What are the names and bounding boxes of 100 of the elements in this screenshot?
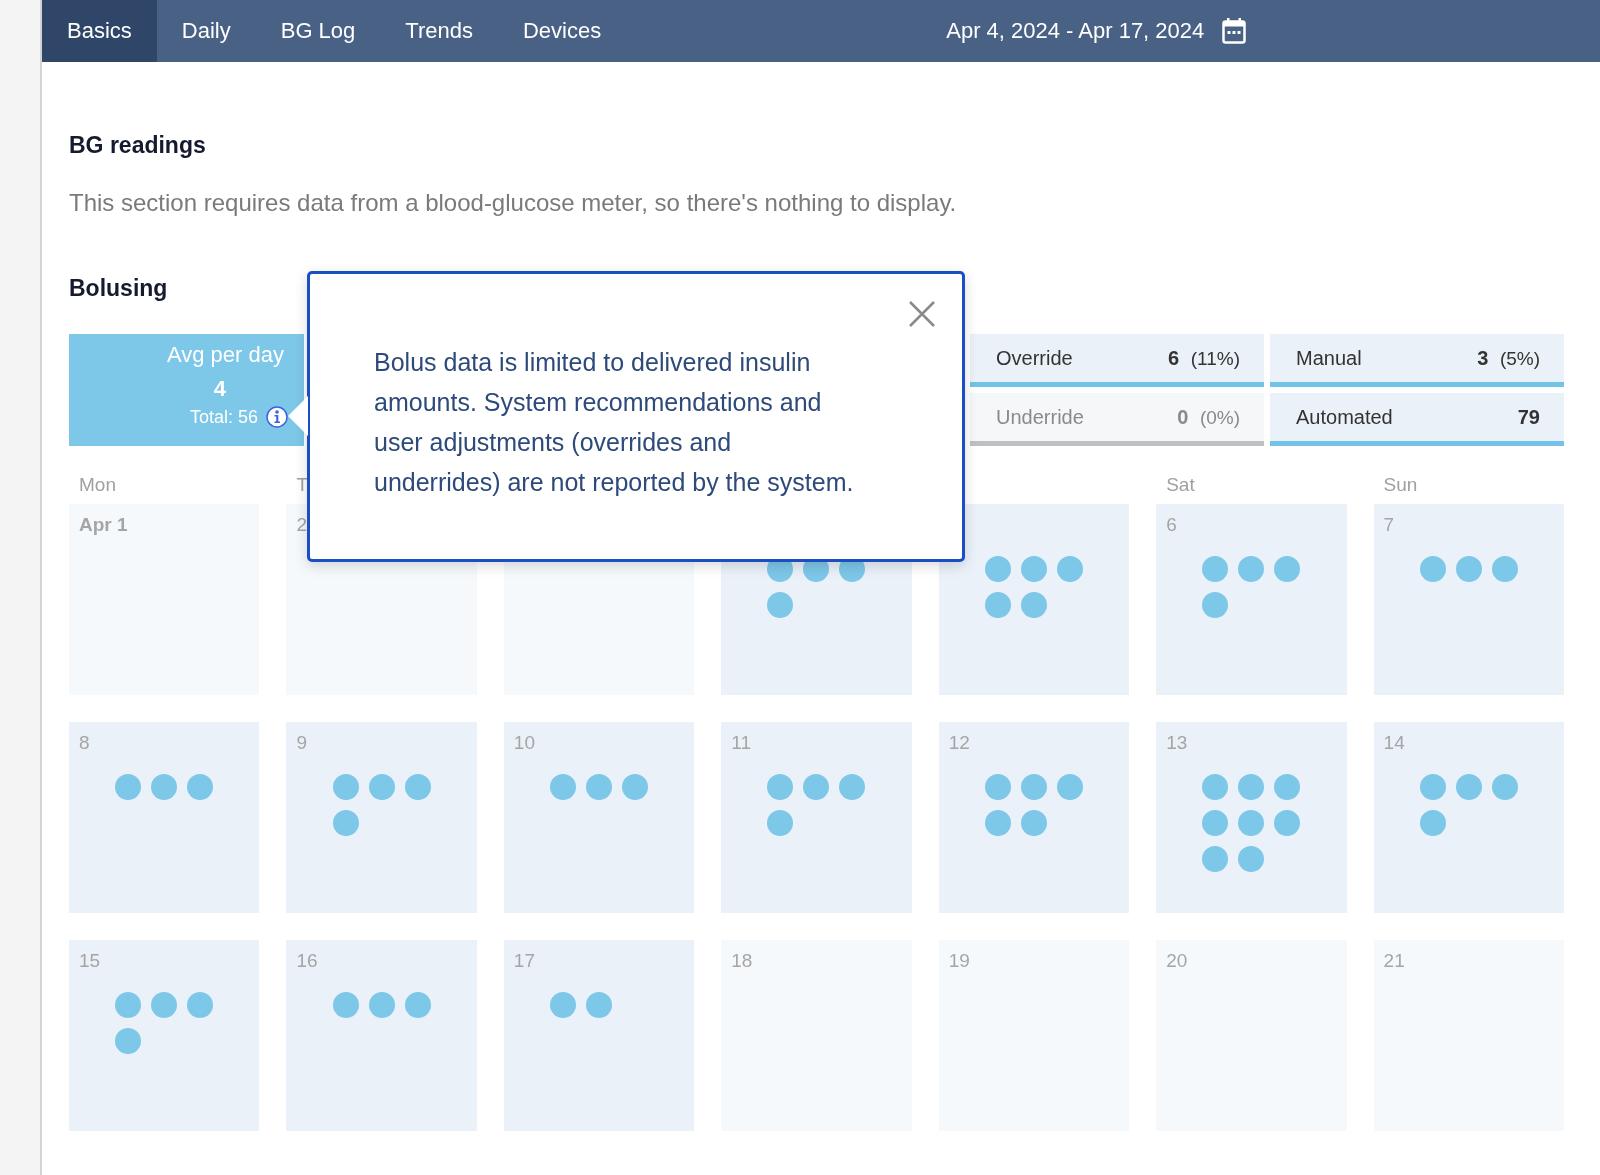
day-label: 17 bbox=[513, 950, 535, 971]
bolus-dot bbox=[984, 774, 1011, 800]
bolus-dot bbox=[368, 992, 395, 1018]
bolus-dot bbox=[187, 992, 214, 1018]
day-label: 14 bbox=[1383, 732, 1405, 753]
bolus-dot bbox=[586, 992, 613, 1018]
bolus-dot bbox=[1455, 774, 1482, 800]
bolus-dot bbox=[1202, 592, 1229, 618]
bolus-dot bbox=[767, 810, 794, 836]
day-label: 19 bbox=[948, 950, 970, 971]
bolus-dot bbox=[151, 774, 178, 800]
bolus-dot bbox=[1056, 774, 1083, 800]
calendar-icon[interactable] bbox=[1222, 18, 1247, 44]
bolus-dot bbox=[1202, 810, 1229, 836]
weekday-label: Sat bbox=[1166, 474, 1195, 496]
bolus-dot bbox=[1020, 556, 1047, 582]
bolus-dot bbox=[1056, 556, 1083, 582]
bolus-dot bbox=[1202, 556, 1229, 582]
day-label: 7 bbox=[1383, 514, 1395, 535]
section-title: BG readings bbox=[69, 132, 207, 159]
weekday-label: Mon bbox=[79, 474, 116, 496]
stat-value: 79 bbox=[1517, 405, 1540, 428]
day-label: 18 bbox=[731, 950, 753, 971]
bolus-dot bbox=[1274, 556, 1301, 582]
nav-tab[interactable]: BG Log bbox=[255, 0, 381, 62]
bolus-dot bbox=[767, 774, 794, 800]
day-label: 20 bbox=[1166, 950, 1188, 971]
bolus-dot bbox=[404, 774, 431, 800]
date-range: Apr 4, 2024 - Apr 17, 2024 bbox=[946, 18, 1205, 44]
total-count: Total: 56 bbox=[189, 406, 258, 428]
bolus-dot bbox=[1419, 556, 1446, 582]
bolus-dot bbox=[404, 992, 431, 1018]
day-label: Apr 1 bbox=[79, 514, 128, 535]
avg-value: 4 bbox=[213, 376, 226, 402]
bolus-dot bbox=[839, 774, 866, 800]
bolus-dot bbox=[1020, 774, 1047, 800]
bolus-dot bbox=[1238, 556, 1265, 582]
bolus-dot bbox=[1238, 846, 1265, 872]
stat-percent: (0%) bbox=[1199, 406, 1240, 428]
day-label: 9 bbox=[296, 732, 307, 753]
bolus-dot bbox=[1274, 774, 1301, 800]
bolus-dot bbox=[984, 810, 1011, 836]
bolus-dot bbox=[1020, 810, 1047, 836]
bolus-dot bbox=[586, 774, 613, 800]
bolus-dot bbox=[767, 592, 794, 618]
stat-value: 0 bbox=[1177, 405, 1189, 428]
day-label: 16 bbox=[296, 950, 318, 971]
bolus-dot bbox=[332, 992, 359, 1018]
nav-tab[interactable]: Basics bbox=[42, 0, 157, 62]
bolus-dot bbox=[332, 810, 359, 836]
stat-value: 3 bbox=[1477, 346, 1489, 369]
stat-label: Manual bbox=[1296, 346, 1362, 370]
day-label: 21 bbox=[1383, 950, 1405, 971]
bolus-dot bbox=[368, 774, 395, 800]
close-icon[interactable] bbox=[908, 300, 936, 328]
stat-percent: (11%) bbox=[1190, 347, 1240, 369]
day-label: 11 bbox=[731, 732, 751, 753]
day-label: 2 bbox=[296, 514, 307, 535]
avg-label: Avg per day bbox=[167, 342, 284, 368]
bolus-dot bbox=[1202, 846, 1229, 872]
stat-percent: (5%) bbox=[1499, 347, 1540, 369]
weekday-label: T bbox=[296, 474, 309, 496]
day-label: 8 bbox=[79, 732, 90, 753]
bolus-dot bbox=[550, 774, 577, 800]
bolus-dot bbox=[1455, 556, 1482, 582]
day-label: 12 bbox=[948, 732, 970, 753]
nav-tab[interactable]: Devices bbox=[497, 0, 627, 62]
day-label: 13 bbox=[1166, 732, 1188, 753]
bolus-dot bbox=[115, 774, 142, 800]
bolus-dot bbox=[115, 992, 142, 1018]
bolus-dot bbox=[1274, 810, 1301, 836]
stat-value: 6 bbox=[1168, 346, 1180, 369]
day-label: 6 bbox=[1166, 514, 1177, 535]
bolus-dot bbox=[187, 774, 214, 800]
bolus-dot bbox=[1491, 556, 1518, 582]
bolus-dot bbox=[1491, 774, 1518, 800]
bolus-dot bbox=[984, 592, 1011, 618]
empty-message: This section requires data from a blood-glucose meter, so there's nothing to display. bbox=[69, 189, 958, 217]
bolus-dot bbox=[1419, 774, 1446, 800]
bolus-dot bbox=[115, 1028, 142, 1054]
bolus-dot bbox=[622, 774, 649, 800]
info-icon[interactable] bbox=[266, 406, 288, 428]
stat-label: Override bbox=[996, 346, 1073, 370]
section-title: Bolusing bbox=[69, 275, 169, 302]
bolus-dot bbox=[984, 556, 1011, 582]
weekday-label: Sun bbox=[1383, 474, 1418, 496]
bolus-dot bbox=[1020, 592, 1047, 618]
nav-tab[interactable]: Daily bbox=[156, 0, 256, 62]
bolus-dot bbox=[1238, 810, 1265, 836]
bolus-dot bbox=[151, 992, 178, 1018]
day-label: 15 bbox=[79, 950, 101, 971]
bolus-dot bbox=[803, 774, 830, 800]
nav-tab[interactable]: Trends bbox=[380, 0, 498, 62]
bolus-dot bbox=[332, 774, 359, 800]
bolus-dot bbox=[1238, 774, 1265, 800]
day-label: 10 bbox=[513, 732, 535, 753]
stat-label: Underride bbox=[996, 405, 1084, 429]
bolus-dot bbox=[1419, 810, 1446, 836]
bolus-dot bbox=[1202, 774, 1229, 800]
tooltip-text: Bolus data is limited to delivered insulin amounts. System recommendations and user adjustments (overrides and underrides) are not reported by the system. bbox=[374, 347, 855, 498]
